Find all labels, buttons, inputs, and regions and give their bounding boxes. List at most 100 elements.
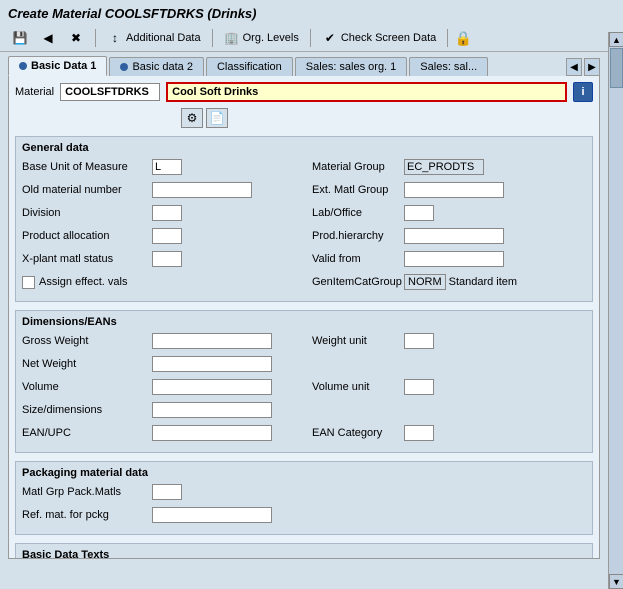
additional-data-button[interactable]: ↕ Additional Data xyxy=(103,28,205,48)
scroll-down-button[interactable]: ▼ xyxy=(609,574,623,589)
material-group-row: Material Group EC_PRODTS xyxy=(304,157,586,177)
save-icon: 💾 xyxy=(12,30,28,46)
xplant-label: X-plant matl status xyxy=(22,253,152,265)
division-input[interactable] xyxy=(152,205,182,221)
gen-item-label: GenItemCatGroup xyxy=(304,276,404,288)
ean-row: EAN/UPC xyxy=(22,423,304,443)
check-screen-button[interactable]: ✔ Check Screen Data xyxy=(318,28,440,48)
gross-weight-input[interactable] xyxy=(152,333,272,349)
additional-data-label: Additional Data xyxy=(126,32,201,44)
volume-input[interactable] xyxy=(152,379,272,395)
tab-basic-data-1[interactable]: Basic Data 1 xyxy=(8,56,107,76)
old-material-row: Old material number xyxy=(22,180,304,200)
basic-data-texts-section: Basic Data Texts xyxy=(15,543,593,559)
page-title: Create Material COOLSFTDRKS (Drinks) xyxy=(0,0,608,25)
tab-dot-1 xyxy=(19,62,27,70)
prod-hierarchy-label: Prod.hierarchy xyxy=(304,230,404,242)
general-row-1: Base Unit of Measure Material Group EC_P… xyxy=(22,157,586,180)
doc-button[interactable]: 📄 xyxy=(206,108,228,128)
product-alloc-row: Product allocation xyxy=(22,226,304,246)
base-unit-input[interactable] xyxy=(152,159,182,175)
col-left-1: Base Unit of Measure xyxy=(22,157,304,180)
old-material-input[interactable] xyxy=(152,182,252,198)
lab-office-input[interactable] xyxy=(404,205,434,221)
dimensions-section: Dimensions/EANs Gross Weight Weight unit xyxy=(15,310,593,453)
xplant-input[interactable] xyxy=(152,251,182,267)
gross-weight-label: Gross Weight xyxy=(22,335,152,347)
ref-mat-label: Ref. mat. for pckg xyxy=(22,509,152,521)
tab-classification[interactable]: Classification xyxy=(206,57,293,76)
ean-category-row: EAN Category xyxy=(304,423,586,443)
col-right-5: Valid from xyxy=(304,249,586,272)
tab-label-5: Sales: sal... xyxy=(420,61,477,73)
general-row-4: Product allocation Prod.hierarchy xyxy=(22,226,586,249)
separator-4 xyxy=(447,29,448,47)
gen-item-row: GenItemCatGroup NORM Standard item xyxy=(304,272,586,292)
size-label: Size/dimensions xyxy=(22,404,152,416)
separator-2 xyxy=(212,29,213,47)
packaging-body: Matl Grp Pack.Matls Ref. mat. for pckg xyxy=(16,482,592,525)
weight-unit-row: Weight unit xyxy=(304,331,586,351)
ext-matl-row: Ext. Matl Group xyxy=(304,180,586,200)
valid-from-label: Valid from xyxy=(304,253,404,265)
check-screen-icon: ✔ xyxy=(322,30,338,46)
ref-mat-input[interactable] xyxy=(152,507,272,523)
col-right-4: Prod.hierarchy xyxy=(304,226,586,249)
scrollbar: ▲ ▼ xyxy=(608,32,623,589)
lab-office-row: Lab/Office xyxy=(304,203,586,223)
tab-prev-button[interactable]: ◀ xyxy=(566,58,582,76)
ext-matl-label: Ext. Matl Group xyxy=(304,184,404,196)
size-input[interactable] xyxy=(152,402,272,418)
product-alloc-input[interactable] xyxy=(152,228,182,244)
net-weight-input[interactable] xyxy=(152,356,272,372)
matl-grp-label: Matl Grp Pack.Matls xyxy=(22,486,152,498)
dimensions-title: Dimensions/EANs xyxy=(16,313,592,331)
dim-row-3: Volume Volume unit xyxy=(22,377,586,400)
net-weight-row: Net Weight xyxy=(22,354,586,374)
save-button[interactable]: 💾 xyxy=(8,28,32,48)
assign-checkbox[interactable] xyxy=(22,276,35,289)
exit-icon: ✖ xyxy=(68,30,84,46)
scroll-up-button[interactable]: ▲ xyxy=(609,32,623,47)
lock-icon: 🔒 xyxy=(455,30,471,46)
col-right-1: Material Group EC_PRODTS xyxy=(304,157,586,180)
tab-label-2: Basic data 2 xyxy=(132,61,193,73)
org-levels-button[interactable]: 🏢 Org. Levels xyxy=(220,28,303,48)
xplant-row: X-plant matl status xyxy=(22,249,304,269)
icon-btns-row: ⚙ 📄 xyxy=(15,108,593,128)
weight-unit-input[interactable] xyxy=(404,333,434,349)
tab-sales-sal[interactable]: Sales: sal... xyxy=(409,57,488,76)
assign-label: Assign effect. vals xyxy=(39,276,127,288)
volume-unit-input[interactable] xyxy=(404,379,434,395)
dim-col-right-5: EAN Category xyxy=(304,423,586,446)
ean-category-input[interactable] xyxy=(404,425,434,441)
general-row-5: X-plant matl status Valid from xyxy=(22,249,586,272)
tab-label-3: Classification xyxy=(217,61,282,73)
volume-unit-row: Volume unit xyxy=(304,377,586,397)
info-button[interactable]: i xyxy=(573,82,593,102)
scroll-track xyxy=(609,47,623,574)
properties-button[interactable]: ⚙ xyxy=(181,108,203,128)
valid-from-input[interactable] xyxy=(404,251,504,267)
dim-row-1: Gross Weight Weight unit xyxy=(22,331,586,354)
size-row: Size/dimensions xyxy=(22,400,586,420)
tab-label-4: Sales: sales org. 1 xyxy=(306,61,397,73)
volume-unit-label: Volume unit xyxy=(304,381,404,393)
prod-hierarchy-input[interactable] xyxy=(404,228,504,244)
tab-dot-2 xyxy=(120,63,128,71)
tab-basic-data-2[interactable]: Basic data 2 xyxy=(109,57,204,76)
separator-3 xyxy=(310,29,311,47)
tab-next-button[interactable]: ▶ xyxy=(584,58,600,76)
scroll-thumb[interactable] xyxy=(610,48,623,88)
dim-col-right-3: Volume unit xyxy=(304,377,586,400)
assign-row: Assign effect. vals xyxy=(22,272,304,292)
matl-grp-input[interactable] xyxy=(152,484,182,500)
ext-matl-input[interactable] xyxy=(404,182,504,198)
ean-input[interactable] xyxy=(152,425,272,441)
back-button[interactable]: ◀ xyxy=(36,28,60,48)
material-name-input[interactable] xyxy=(166,82,567,102)
exit-button[interactable]: ✖ xyxy=(64,28,88,48)
tab-sales-org[interactable]: Sales: sales org. 1 xyxy=(295,57,408,76)
dim-col-left-3: Volume xyxy=(22,377,304,400)
additional-data-icon: ↕ xyxy=(107,30,123,46)
